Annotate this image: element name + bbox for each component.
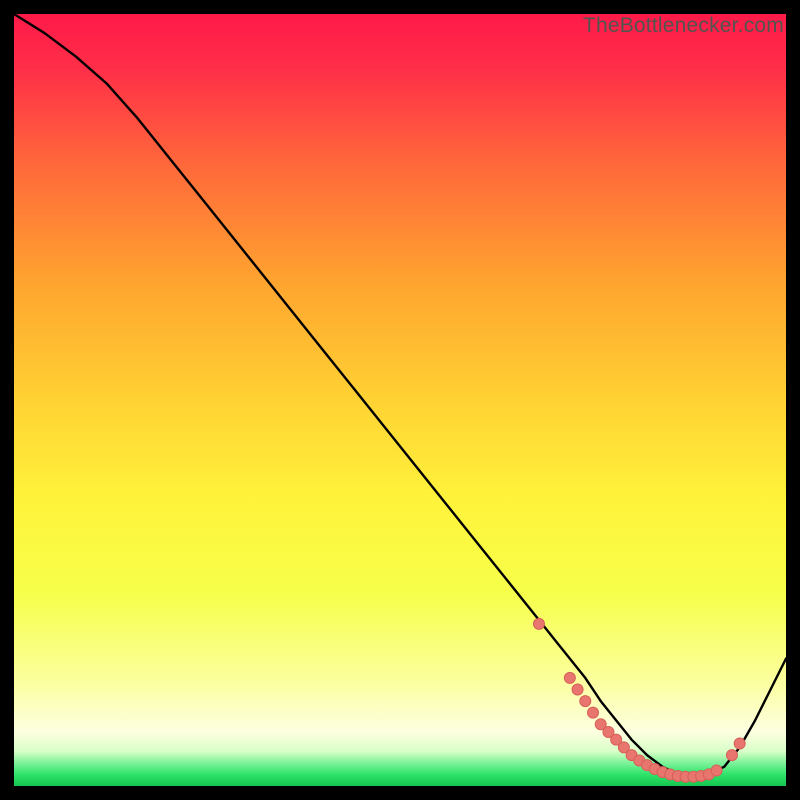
gradient-background — [14, 14, 786, 786]
data-dot — [580, 696, 591, 707]
data-dot — [726, 750, 737, 761]
data-dot — [711, 765, 722, 776]
data-dot — [588, 707, 599, 718]
data-dot — [533, 618, 544, 629]
data-dot — [572, 684, 583, 695]
data-dot — [734, 738, 745, 749]
watermark-text: TheBottlenecker.com — [583, 14, 784, 38]
bottleneck-chart — [14, 14, 786, 786]
data-dot — [564, 672, 575, 683]
chart-frame: TheBottlenecker.com — [14, 14, 786, 786]
